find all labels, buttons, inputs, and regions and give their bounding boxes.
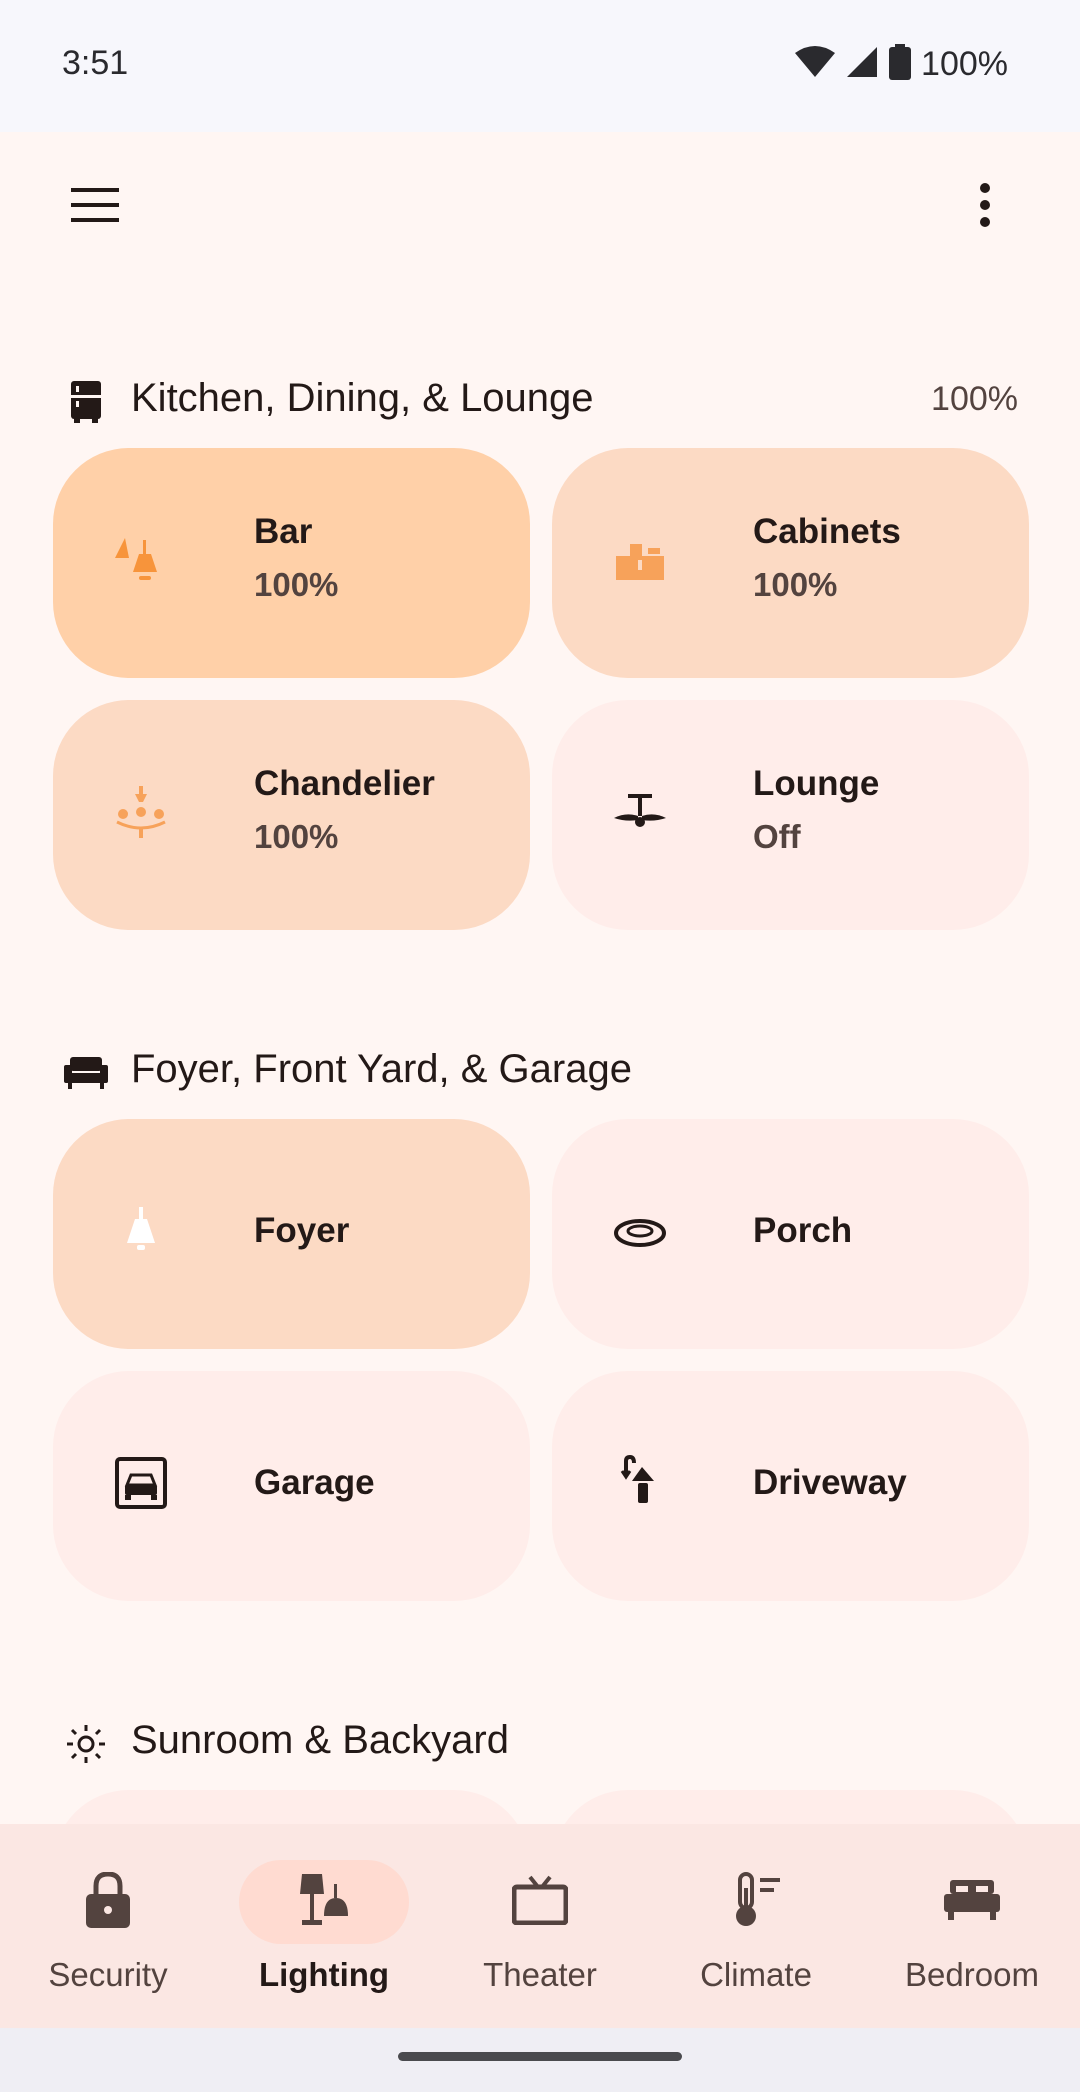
status-time: 3:51 xyxy=(62,44,129,82)
menu-icon xyxy=(71,187,119,227)
nav-indicator xyxy=(887,1860,1057,1944)
sun-icon xyxy=(62,1720,110,1768)
section-title: Sunroom & Backyard xyxy=(131,1718,509,1762)
home-gesture-handle[interactable] xyxy=(398,2052,682,2061)
thermostat-icon xyxy=(730,1871,782,1933)
wifi-icon xyxy=(795,45,836,84)
section-percent: 100% xyxy=(931,380,1018,418)
nav-item-lighting[interactable]: Lighting xyxy=(216,1824,432,2028)
light-tile-bar[interactable]: Bar 100% xyxy=(53,448,530,678)
tile-name: Garage xyxy=(254,1463,375,1502)
tile-value: 100% xyxy=(254,566,339,603)
nav-indicator xyxy=(239,1860,409,1944)
ring-light-icon xyxy=(610,1201,670,1261)
battery-percent: 100% xyxy=(921,45,1008,83)
chandelier-icon xyxy=(111,782,171,842)
tile-value: Off xyxy=(753,818,801,855)
battery-icon xyxy=(889,44,912,85)
nav-indicator xyxy=(671,1860,841,1944)
tile-name: Chandelier xyxy=(254,764,435,803)
top-app-bar xyxy=(0,132,1080,262)
more-options-button[interactable] xyxy=(950,172,1020,242)
menu-button[interactable] xyxy=(60,172,130,242)
nav-label: Bedroom xyxy=(905,1956,1039,1993)
outdoor-lamp-icon xyxy=(610,1453,670,1513)
nav-item-climate[interactable]: Climate xyxy=(648,1824,864,2028)
status-bar: 3:51 100% xyxy=(0,0,1080,132)
tile-value: 100% xyxy=(753,566,838,603)
nav-item-security[interactable]: Security xyxy=(0,1824,216,2028)
tile-value: 100% xyxy=(254,818,339,855)
gesture-navigation-area xyxy=(0,2028,1080,2092)
pendant-light-icon xyxy=(111,530,171,590)
tv-icon xyxy=(511,1875,569,1930)
tile-name: Foyer xyxy=(254,1211,350,1250)
light-tile-foyer[interactable]: Foyer xyxy=(53,1119,530,1349)
nav-label: Lighting xyxy=(258,1956,390,1993)
bell-light-icon xyxy=(111,1201,171,1261)
light-tile-chandelier[interactable]: Chandelier 100% xyxy=(53,700,530,930)
tile-name: Bar xyxy=(254,512,313,551)
light-tile-cabinets[interactable]: Cabinets 100% xyxy=(552,448,1029,678)
nav-label: Climate xyxy=(700,1956,812,1993)
tile-name: Cabinets xyxy=(753,512,901,551)
section-header-sunroom[interactable]: Sunroom & Backyard xyxy=(0,1706,1080,1776)
tile-name: Lounge xyxy=(753,764,880,803)
lock-icon xyxy=(86,1870,130,1933)
light-tile-driveway[interactable]: Driveway xyxy=(552,1371,1029,1601)
garage-icon xyxy=(111,1453,171,1513)
sofa-icon xyxy=(62,1049,110,1097)
nav-indicator xyxy=(23,1860,193,1944)
light-tile[interactable] xyxy=(53,1790,530,1824)
tile-name: Porch xyxy=(753,1211,853,1250)
section-header-foyer[interactable]: Foyer, Front Yard, & Garage xyxy=(0,1035,1080,1105)
section-header-kitchen[interactable]: Kitchen, Dining, & Lounge 100% xyxy=(0,364,1080,434)
section-title: Foyer, Front Yard, & Garage xyxy=(131,1047,632,1091)
fridge-icon xyxy=(62,378,110,426)
lamp-icon xyxy=(294,1872,354,1933)
light-tile-porch[interactable]: Porch xyxy=(552,1119,1029,1349)
section-title: Kitchen, Dining, & Lounge xyxy=(131,376,594,420)
nav-item-theater[interactable]: Theater xyxy=(432,1824,648,2028)
nav-label: Theater xyxy=(483,1956,597,1993)
nav-item-bedroom[interactable]: Bedroom xyxy=(864,1824,1080,2028)
more-vert-icon xyxy=(979,182,991,232)
nav-indicator xyxy=(455,1860,625,1944)
ceiling-fan-icon xyxy=(610,782,670,842)
light-tile-lounge[interactable]: Lounge Off xyxy=(552,700,1029,930)
bed-icon xyxy=(944,1879,1000,1925)
light-tile[interactable] xyxy=(552,1790,1029,1824)
bottom-navigation: Security Lighting Theater Climate Bedroo… xyxy=(0,1824,1080,2028)
status-icons: 100% xyxy=(795,44,1008,85)
nav-label: Security xyxy=(48,1956,168,1993)
cabinet-light-icon xyxy=(610,530,670,590)
light-tile-garage[interactable]: Garage xyxy=(53,1371,530,1601)
cell-signal-icon xyxy=(845,45,879,84)
tile-name: Driveway xyxy=(753,1463,907,1502)
lighting-screen: Kitchen, Dining, & Lounge 100% Bar 100% … xyxy=(0,132,1080,1824)
